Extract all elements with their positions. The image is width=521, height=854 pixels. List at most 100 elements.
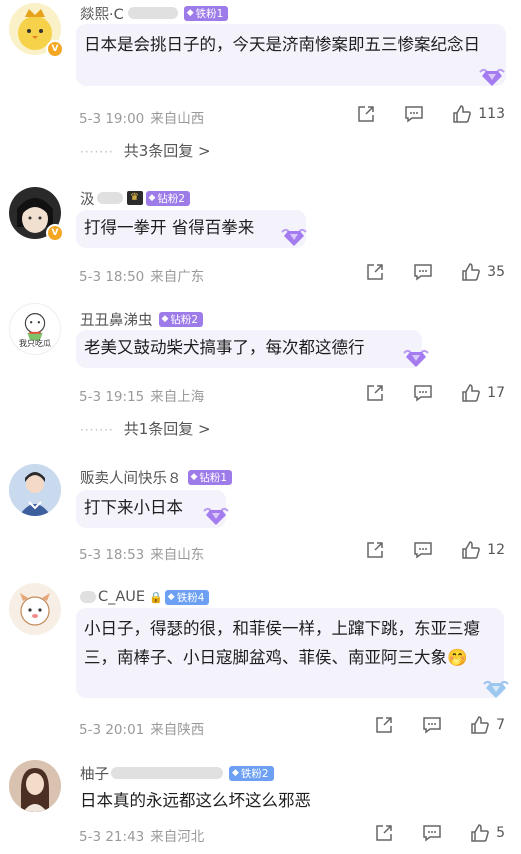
comment-date: 5-3 19:15 xyxy=(79,389,145,405)
comment-bubble: 打得一拳开 省得百拳来 xyxy=(76,210,306,248)
comment-text: 小日子，得瑟的很，和菲侯一样，上蹿下跳，东亚三瘪三，南棒子、小日寇脚盆鸡、菲侯、… xyxy=(84,619,480,667)
comment-date: 5-3 19:00 xyxy=(79,111,145,127)
comment-text: 老美又鼓动柴犬搞事了，每次都这德行 xyxy=(84,338,365,357)
fan-badge: ◆ 钻粉2 xyxy=(158,311,204,327)
share-button[interactable] xyxy=(356,104,376,124)
comment-location: 来自山东 xyxy=(150,547,205,563)
fan-badge-label: 钻粉1 xyxy=(199,471,228,484)
diamond-medal-icon xyxy=(281,228,307,246)
like-button[interactable]: 5 xyxy=(470,823,505,843)
username[interactable]: 汲 xyxy=(80,188,95,209)
thumbs-up-icon xyxy=(462,384,481,402)
username[interactable]: 柚子 xyxy=(80,763,109,784)
share-icon xyxy=(367,542,383,558)
username[interactable]: C_AUE xyxy=(98,589,145,605)
like-button[interactable]: 7 xyxy=(470,715,505,735)
fan-badge-label: 铁粉4 xyxy=(176,591,205,604)
view-replies-link[interactable]: ······· 共3条回复 > xyxy=(80,140,211,161)
replies-label: 共3条回复 > xyxy=(123,142,211,160)
share-button[interactable] xyxy=(365,383,385,403)
avatar[interactable] xyxy=(9,760,61,812)
verified-badge-icon: V xyxy=(46,224,64,242)
comment-text: 日本真的永远都这么坏这么邪恶 xyxy=(80,791,311,810)
gem-icon: ◆ xyxy=(232,768,239,778)
share-button[interactable] xyxy=(365,540,385,560)
comment-button[interactable] xyxy=(422,715,442,735)
fan-badge-label: 钻粉2 xyxy=(157,192,186,205)
like-count: 5 xyxy=(496,825,505,841)
comment-meta: 5-3 18:53 来自山东 xyxy=(79,543,204,563)
thumbs-up-icon xyxy=(453,105,472,123)
comment-icon xyxy=(423,825,441,842)
comment-text: 打得一拳开 省得百拳来 xyxy=(84,218,255,237)
avatar-cartoon-icon xyxy=(20,593,50,626)
comment-date: 5-3 21:43 xyxy=(79,829,145,845)
comment-icon xyxy=(414,385,432,402)
blurred-name-mask xyxy=(80,591,96,603)
diamond-medal-icon xyxy=(483,680,509,698)
avatar[interactable] xyxy=(9,583,61,635)
share-button[interactable] xyxy=(374,823,394,843)
gem-icon: ◆ xyxy=(148,193,156,203)
comment-date: 5-3 18:53 xyxy=(79,547,145,563)
like-button[interactable]: 17 xyxy=(461,383,505,403)
blurred-name-mask xyxy=(111,767,223,779)
like-button[interactable]: 35 xyxy=(461,262,505,282)
comment-icon xyxy=(423,717,441,734)
like-count: 35 xyxy=(487,264,505,280)
thumbs-up-icon xyxy=(471,716,489,734)
comment-text: 打下来小日本 xyxy=(84,498,183,517)
comment-icon xyxy=(414,542,432,559)
comment-date: 5-3 18:50 xyxy=(79,269,145,285)
avatar-caption: 我只吃瓜 xyxy=(19,339,51,348)
share-icon xyxy=(376,825,392,841)
share-button[interactable] xyxy=(374,715,394,735)
avatar[interactable]: 我只吃瓜 xyxy=(9,303,61,355)
comment-location: 来自陕西 xyxy=(150,722,205,738)
share-icon xyxy=(367,385,383,401)
like-count: 113 xyxy=(478,106,505,122)
share-icon xyxy=(358,106,375,122)
view-replies-link[interactable]: ······· 共1条回复 > xyxy=(80,418,211,439)
comment-button[interactable] xyxy=(413,540,433,560)
comment-location: 来自山西 xyxy=(150,111,205,127)
thumbs-up-icon xyxy=(462,541,481,559)
avatar[interactable] xyxy=(9,464,61,516)
dots-separator: ······· xyxy=(80,145,114,159)
like-count: 17 xyxy=(487,385,505,401)
comment-icon xyxy=(414,264,432,281)
share-icon xyxy=(376,717,392,733)
share-icon xyxy=(367,264,383,280)
username[interactable]: 燚熙·C xyxy=(80,3,124,24)
fan-badge-label: 钻粉2 xyxy=(170,313,199,326)
thumbs-up-icon xyxy=(471,824,489,842)
comment-button[interactable] xyxy=(413,383,433,403)
comment-button[interactable] xyxy=(404,104,424,124)
comment-text: 日本是会挑日子的，今天是济南惨案即五三惨案纪念日 xyxy=(84,35,480,54)
like-button[interactable]: 113 xyxy=(452,104,505,124)
comment-meta: 5-3 19:15 来自上海 xyxy=(79,385,204,405)
verified-badge-icon: V xyxy=(46,40,64,58)
fan-badge: ◆ 钻粉2 xyxy=(145,190,191,206)
comment-button[interactable] xyxy=(413,262,433,282)
username[interactable]: 丑丑鼻涕虫 xyxy=(80,309,153,330)
blurred-name-mask xyxy=(96,192,123,204)
gem-icon: ◆ xyxy=(161,314,169,324)
fan-badge: ◆ 铁粉4 xyxy=(164,589,210,605)
username[interactable]: 贩卖人间快乐８ xyxy=(80,467,182,488)
comment-location: 来自上海 xyxy=(150,389,205,405)
fan-badge-label: 铁粉1 xyxy=(195,7,224,20)
like-button[interactable]: 12 xyxy=(461,540,505,560)
comment-date: 5-3 20:01 xyxy=(79,722,145,738)
avatar-portrait-icon xyxy=(9,464,61,516)
comment-button[interactable] xyxy=(422,823,442,843)
gem-icon: ◆ xyxy=(190,472,198,482)
comment-meta: 5-3 20:01 来自陕西 xyxy=(79,718,204,738)
like-count: 7 xyxy=(496,717,505,733)
fan-badge: ◆ 钻粉1 xyxy=(187,469,233,485)
comment-location: 来自广东 xyxy=(150,269,205,285)
diamond-medal-icon xyxy=(203,507,229,525)
like-count: 12 xyxy=(487,542,505,558)
share-button[interactable] xyxy=(365,262,385,282)
diamond-medal-icon xyxy=(403,349,429,367)
